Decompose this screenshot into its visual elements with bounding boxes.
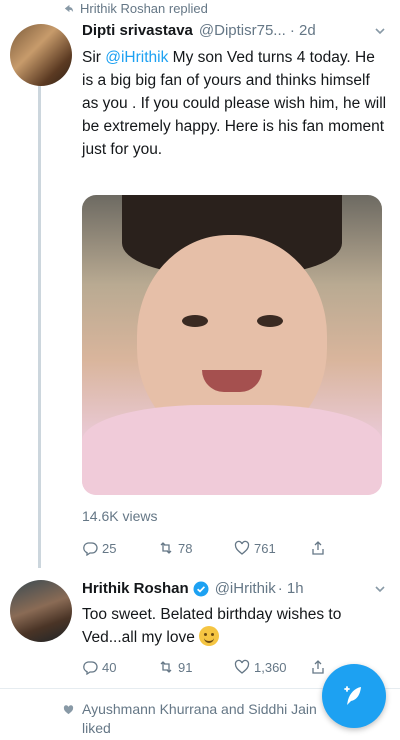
mention-link[interactable]: @iHrithik [105,49,168,66]
share-icon [312,660,324,674]
retweet-count: 78 [178,540,193,556]
tweet2-handle[interactable]: @iHrithik [215,580,276,597]
tweet1-author-name[interactable]: Dipti srivastava [82,22,193,39]
reply-icon [83,542,98,556]
compose-feather-icon [344,686,361,705]
retweet-icon [160,661,172,673]
tweet2-text: Too sweet. Belated birthday wishes to Ve… [82,603,387,649]
tweet2-author-name[interactable]: Hrithik Roshan [82,580,189,597]
like-button[interactable]: 1,360 [234,659,310,675]
replied-label: Hrithik Roshan replied [80,0,208,16]
heart-icon [234,540,250,555]
chevron-down-icon[interactable] [373,582,387,596]
replied-context: Hrithik Roshan replied [63,0,208,16]
tweet1-timestamp[interactable]: · 2d [290,22,316,39]
tweet1-handle[interactable]: @Diptisr75... [199,22,286,39]
tweet1-text-prefix: Sir [82,49,106,66]
tweet1-header: Dipti srivastava @Diptisr75... · 2d [82,22,387,39]
verified-badge-icon [193,581,209,596]
avatar-hrithik[interactable] [10,580,72,642]
liked-context: Ayushmann Khurrana and Siddhi Jain liked [63,700,338,738]
reply-count: 40 [102,659,117,675]
tweet2-timestamp[interactable]: · 1h [278,580,304,597]
avatar-dipti[interactable] [10,24,72,86]
tweet1-photo[interactable] [82,195,382,495]
tweet1-view-count[interactable]: 14.6K views [82,508,157,524]
hugging-face-emoji-icon [199,626,220,646]
retweet-button[interactable]: 91 [158,659,234,675]
tweet2-header: Hrithik Roshan @iHrithik · 1h [82,580,387,597]
reply-button[interactable]: 40 [82,659,158,675]
reply-button[interactable]: 25 [82,540,158,556]
chevron-down-icon[interactable] [373,24,387,38]
heart-icon [63,705,74,715]
heart-icon [234,659,250,674]
share-button[interactable] [310,540,386,556]
tweet1-actions: 25 78 761 [82,540,386,556]
liked-label: Ayushmann Khurrana and Siddhi Jain liked [82,701,317,736]
retweet-button[interactable]: 78 [158,540,234,556]
reply-count: 25 [102,540,117,556]
retweet-icon [160,542,172,554]
reply-arrow-icon [64,4,74,12]
photo-shirt [82,405,382,495]
thread-line [38,84,41,568]
retweet-count: 91 [178,659,193,675]
photo-eye [257,315,283,327]
share-icon [312,541,324,555]
like-count: 761 [254,540,276,556]
like-count: 1,360 [254,659,287,675]
like-button[interactable]: 761 [234,540,310,556]
compose-tweet-button[interactable] [322,664,386,728]
reply-icon [83,661,98,675]
tweet1-text: Sir @iHrithik My son Ved turns 4 today. … [82,46,387,161]
photo-eye [182,315,208,327]
